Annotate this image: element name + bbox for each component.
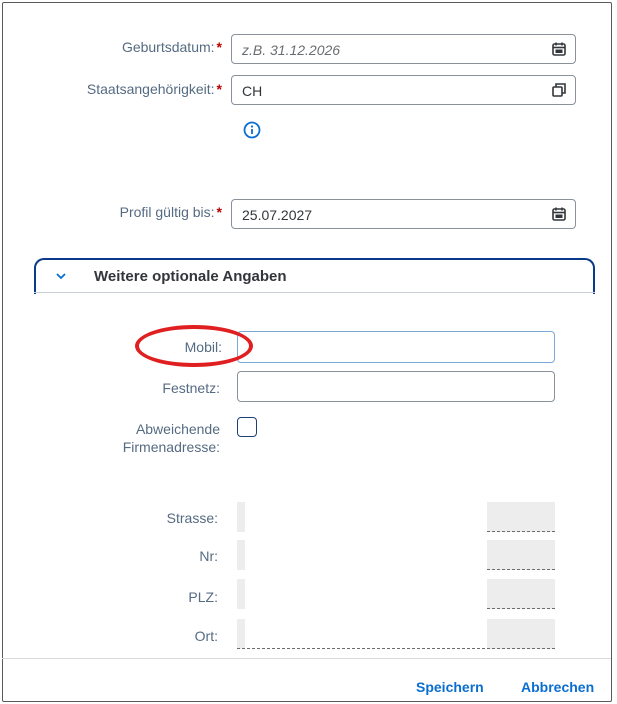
different-address-label-line2: Firmenadresse: bbox=[122, 439, 220, 455]
different-address-label-line1: Abweichende bbox=[135, 421, 220, 437]
required-mark: * bbox=[216, 204, 222, 220]
landline-input[interactable] bbox=[237, 371, 555, 402]
number-field bbox=[237, 540, 555, 570]
street-field-fill bbox=[245, 502, 487, 532]
calendar-icon[interactable] bbox=[551, 206, 567, 222]
nationality-field[interactable]: CH bbox=[231, 75, 576, 105]
birthdate-placeholder: z.B. 31.12.2026 bbox=[242, 42, 341, 58]
number-label: Nr: bbox=[199, 548, 218, 564]
value-help-icon[interactable] bbox=[551, 82, 567, 98]
street-field-underline bbox=[487, 531, 555, 532]
different-address-label: Abweichende Firmenadresse: bbox=[60, 420, 220, 456]
nationality-value: CH bbox=[242, 83, 263, 99]
cancel-button[interactable]: Abbrechen bbox=[521, 679, 594, 695]
city-field-fill bbox=[245, 619, 487, 649]
profile-valid-label-text: Profil gültig bis: bbox=[119, 204, 215, 220]
number-field-fill bbox=[245, 540, 487, 570]
optional-panel-title: Weitere optionale Angaben bbox=[94, 268, 287, 285]
profile-valid-field[interactable]: 25.07.2027 bbox=[231, 199, 576, 229]
chevron-down-icon[interactable] bbox=[54, 269, 68, 283]
profile-valid-value: 25.07.2027 bbox=[242, 207, 313, 223]
zip-field-fill bbox=[245, 579, 487, 609]
optional-panel-header[interactable]: Weitere optionale Angaben bbox=[34, 258, 595, 294]
city-field-underline bbox=[237, 648, 555, 649]
birthdate-label: Geburtsdatum: * bbox=[40, 39, 222, 55]
calendar-icon[interactable] bbox=[551, 41, 567, 57]
save-button[interactable]: Speichern bbox=[416, 679, 484, 695]
info-icon[interactable] bbox=[243, 121, 261, 139]
required-mark: * bbox=[216, 39, 222, 55]
city-label: Ort: bbox=[194, 628, 218, 644]
footer-divider bbox=[2, 658, 611, 659]
different-address-checkbox[interactable] bbox=[237, 417, 257, 437]
panel-divider bbox=[34, 292, 595, 293]
zip-label: PLZ: bbox=[188, 589, 218, 605]
number-field-underline bbox=[487, 569, 555, 570]
nationality-label-text: Staatsangehörigkeit: bbox=[86, 81, 215, 97]
street-field bbox=[237, 502, 555, 532]
landline-label: Festnetz: bbox=[162, 380, 220, 396]
birthdate-field[interactable]: z.B. 31.12.2026 bbox=[231, 34, 576, 64]
city-field bbox=[237, 619, 555, 649]
required-mark: * bbox=[216, 81, 222, 97]
mobile-input[interactable] bbox=[237, 331, 555, 363]
zip-field-underline bbox=[487, 608, 555, 609]
highlight-annotation bbox=[135, 325, 253, 367]
zip-field bbox=[237, 579, 555, 609]
birthdate-label-text: Geburtsdatum: bbox=[121, 39, 215, 55]
profile-valid-label: Profil gültig bis: * bbox=[40, 204, 222, 220]
nationality-label: Staatsangehörigkeit: * bbox=[20, 81, 222, 97]
street-label: Strasse: bbox=[166, 510, 218, 526]
